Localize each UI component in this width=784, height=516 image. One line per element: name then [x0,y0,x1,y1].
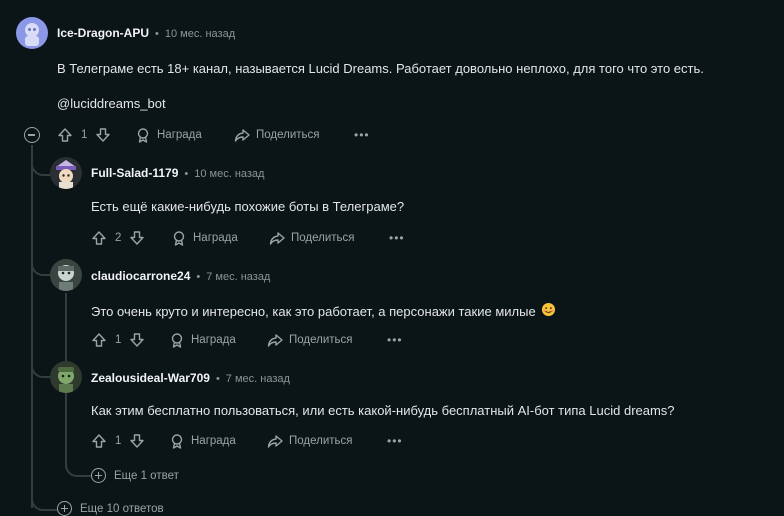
more-options-button[interactable]: ••• [387,434,403,448]
smiling-face-emoji-icon [541,302,556,320]
username[interactable]: Zealousideal-War709 [91,371,210,385]
downvote-icon[interactable] [129,332,145,348]
award-button[interactable]: Награда [171,230,238,246]
thread-line-main [31,145,33,508]
award-label: Награда [193,232,238,244]
award-icon [135,127,151,143]
comment-text: Есть ещё какие-нибудь похожие боты в Тел… [91,199,405,214]
timestamp[interactable]: 10 мес. назад [194,168,264,180]
separator-dot: • [184,168,189,180]
plus-circle-icon [91,468,106,483]
vote-count: 2 [115,232,122,244]
share-label: Поделиться [291,232,355,244]
downvote-icon[interactable] [129,230,145,246]
more-replies-label: Еще 10 ответов [80,502,164,515]
comment-text: Как этим бесплатно пользоваться, или ест… [91,403,675,418]
username[interactable]: Full-Salad-1179 [91,166,178,180]
downvote-icon[interactable] [129,433,145,449]
award-icon [171,230,187,246]
share-icon [234,127,250,143]
comment-text-content: Это очень круто и интересно, как это раб… [91,303,536,319]
more-options-button[interactable]: ••• [389,231,405,245]
vote-count: 1 [115,334,122,346]
upvote-icon[interactable] [57,127,73,143]
award-label: Награда [191,334,236,346]
comment-text: В Телеграме есть 18+ канал, называется L… [57,61,704,76]
award-icon [169,332,185,348]
vote-count: 1 [115,435,122,447]
connector-5 [31,488,57,511]
share-label: Поделиться [289,334,353,346]
avatar[interactable] [16,17,48,49]
share-icon [269,230,285,246]
more-options-button[interactable]: ••• [354,128,370,142]
avatar[interactable] [50,259,82,291]
separator-dot: • [215,373,220,385]
collapse-button[interactable] [24,127,40,143]
share-button[interactable]: Поделиться [267,433,353,449]
connector-4 [65,454,91,477]
share-button[interactable]: Поделиться [267,332,353,348]
separator-dot: • [155,28,159,40]
username[interactable]: Ice-Dragon-APU [57,26,149,40]
award-label: Награда [157,129,202,141]
more-replies-top[interactable]: Еще 10 ответов [57,501,164,516]
avatar[interactable] [50,361,82,393]
upvote-icon[interactable] [91,230,107,246]
more-replies-nested[interactable]: Еще 1 ответ [91,468,179,483]
more-options-button[interactable]: ••• [387,333,403,347]
award-button[interactable]: Награда [135,127,202,143]
vote-count: 1 [81,129,88,141]
award-label: Награда [191,435,236,447]
share-button[interactable]: Поделиться [234,127,320,143]
upvote-icon[interactable] [91,332,107,348]
share-label: Поделиться [289,435,353,447]
timestamp[interactable]: 7 мес. назад [206,271,270,283]
award-icon [169,433,185,449]
share-label: Поделиться [256,129,320,141]
share-icon [267,332,283,348]
username[interactable]: claudiocarrone24 [91,269,190,283]
separator-dot: • [196,271,201,283]
comment-text-mention[interactable]: @luciddreams_bot [57,96,166,111]
timestamp[interactable]: 7 мес. назад [226,373,290,385]
comment-text: Это очень круто и интересно, как это раб… [91,302,556,320]
award-button[interactable]: Награда [169,332,236,348]
share-icon [267,433,283,449]
more-replies-label: Еще 1 ответ [114,469,179,482]
award-button[interactable]: Награда [169,433,236,449]
downvote-icon[interactable] [95,127,111,143]
plus-circle-icon [57,501,72,516]
upvote-icon[interactable] [91,433,107,449]
share-button[interactable]: Поделиться [269,230,355,246]
timestamp[interactable]: 10 мес. назад [165,28,235,40]
avatar[interactable] [50,157,82,189]
